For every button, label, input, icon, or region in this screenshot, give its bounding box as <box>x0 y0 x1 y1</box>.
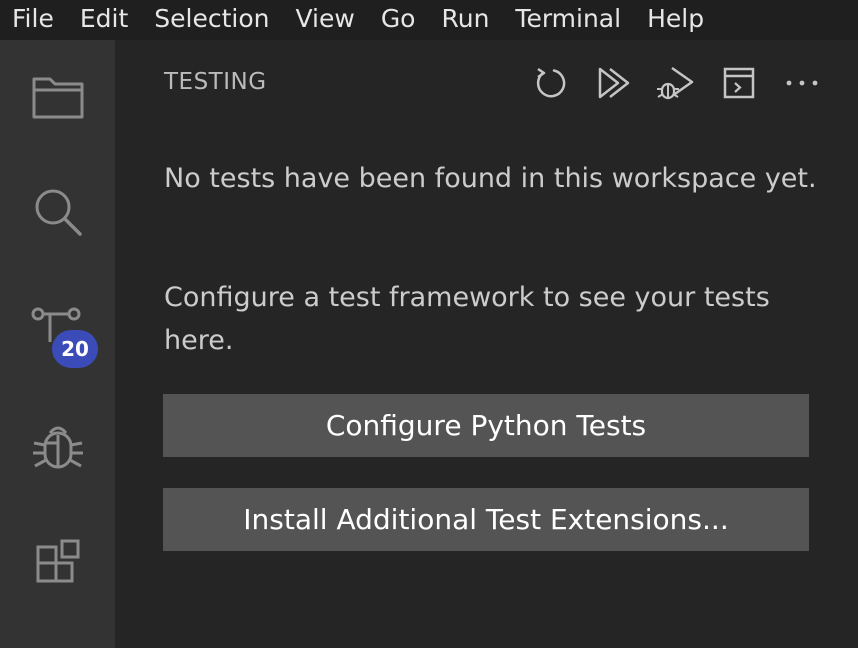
menu-go[interactable]: Go <box>368 0 429 40</box>
search-icon <box>35 189 82 236</box>
run-all-icon <box>598 67 630 99</box>
panel-title: TESTING <box>164 69 267 95</box>
extensions-icon <box>36 539 79 583</box>
menu-bar: File Edit Selection View Go Run Terminal… <box>0 0 858 40</box>
menu-help[interactable]: Help <box>634 0 717 40</box>
show-output-button[interactable] <box>718 62 760 104</box>
activity-bar: 20 <box>0 40 115 648</box>
menu-selection[interactable]: Selection <box>141 0 282 40</box>
menu-view[interactable]: View <box>282 0 367 40</box>
no-tests-message: No tests have been found in this workspa… <box>164 163 817 194</box>
terminal-output-icon <box>723 67 755 99</box>
menu-run[interactable]: Run <box>428 0 502 40</box>
debug-all-icon <box>657 66 694 100</box>
ellipsis-icon <box>786 80 818 86</box>
more-actions-button[interactable] <box>781 62 823 104</box>
testing-panel: TESTING No tests have been found in this… <box>115 40 858 648</box>
configure-framework-message: Configure a test framework to see your t… <box>164 282 770 356</box>
configure-python-tests-button[interactable]: Configure Python Tests <box>163 394 809 457</box>
activity-explorer[interactable] <box>0 52 115 142</box>
debug-icon <box>32 426 83 469</box>
menu-edit[interactable]: Edit <box>67 0 141 40</box>
files-icon <box>32 77 83 119</box>
source-control-badge: 20 <box>52 330 98 368</box>
refresh-icon <box>536 67 566 98</box>
debug-all-tests-button[interactable] <box>655 62 697 104</box>
menu-file[interactable]: File <box>0 0 67 40</box>
menu-terminal[interactable]: Terminal <box>502 0 634 40</box>
activity-run-debug[interactable] <box>0 402 115 492</box>
install-test-extensions-button[interactable]: Install Additional Test Extensions... <box>163 488 809 551</box>
activity-search[interactable] <box>0 167 115 257</box>
run-all-tests-button[interactable] <box>593 62 635 104</box>
refresh-tests-button[interactable] <box>530 62 572 104</box>
activity-extensions[interactable] <box>0 516 115 606</box>
